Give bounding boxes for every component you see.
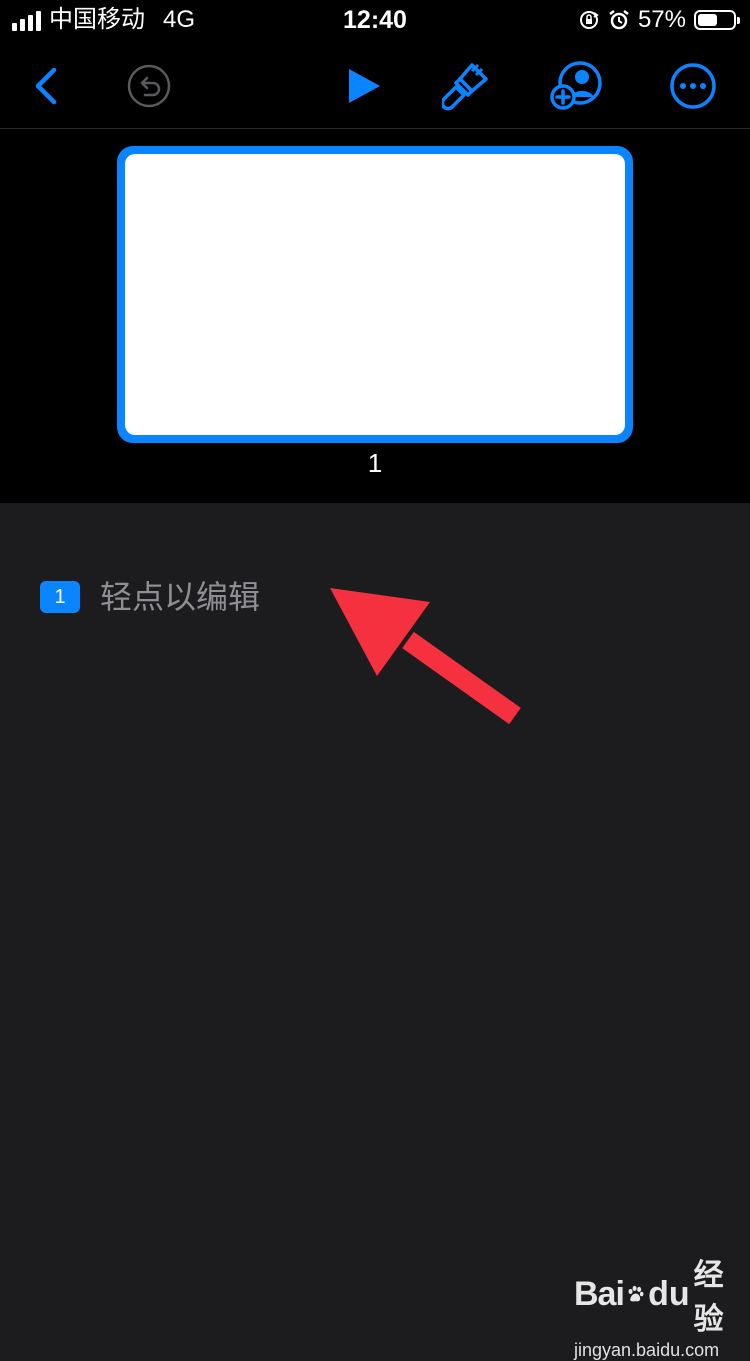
more-button[interactable] <box>665 58 721 114</box>
slide-number: 1 <box>367 448 383 478</box>
play-button[interactable] <box>335 58 391 114</box>
status-bar: 中国移动 4G 12:40 57% <box>0 0 750 40</box>
collaborate-button[interactable] <box>550 58 606 114</box>
paw-icon <box>628 1285 644 1302</box>
chevron-left-icon <box>35 67 57 105</box>
slide-thumbnail-selected[interactable] <box>117 146 633 443</box>
watermark-url: jingyan.baidu.com <box>574 1340 720 1360</box>
battery-icon <box>694 10 740 30</box>
slide-navigator: 1 <box>0 129 750 503</box>
alarm-icon <box>609 10 629 30</box>
orientation-lock-icon <box>579 11 599 29</box>
presenter-notes-row[interactable]: 1 轻点以编辑 <box>40 577 260 617</box>
baidu-jingyan-watermark: Bai du 经验 jingyan.baidu.com <box>574 1250 724 1360</box>
undo-button[interactable] <box>121 58 177 114</box>
watermark-logo-right: du <box>648 1274 690 1313</box>
ellipsis-icon <box>670 63 716 109</box>
watermark-logo-left: Bai <box>574 1274 625 1313</box>
add-person-icon <box>550 61 602 110</box>
tap-to-edit-placeholder[interactable]: 轻点以编辑 <box>100 577 260 617</box>
battery-level <box>698 14 717 26</box>
back-button[interactable] <box>18 58 74 114</box>
status-bar-right: 57% <box>578 6 740 34</box>
battery-percent: 57% <box>637 6 686 33</box>
undo-icon <box>127 64 171 108</box>
slide-canvas <box>125 154 625 435</box>
annotation-arrow-icon <box>330 588 521 725</box>
paintbrush-icon <box>442 63 488 111</box>
toolbar <box>0 40 750 129</box>
watermark-logo: Bai du 经验 <box>574 1250 724 1338</box>
slide-badge: 1 <box>40 581 80 613</box>
play-icon <box>349 69 380 103</box>
watermark-logo-suffix: 经验 <box>693 1259 724 1336</box>
format-button[interactable] <box>439 58 495 114</box>
